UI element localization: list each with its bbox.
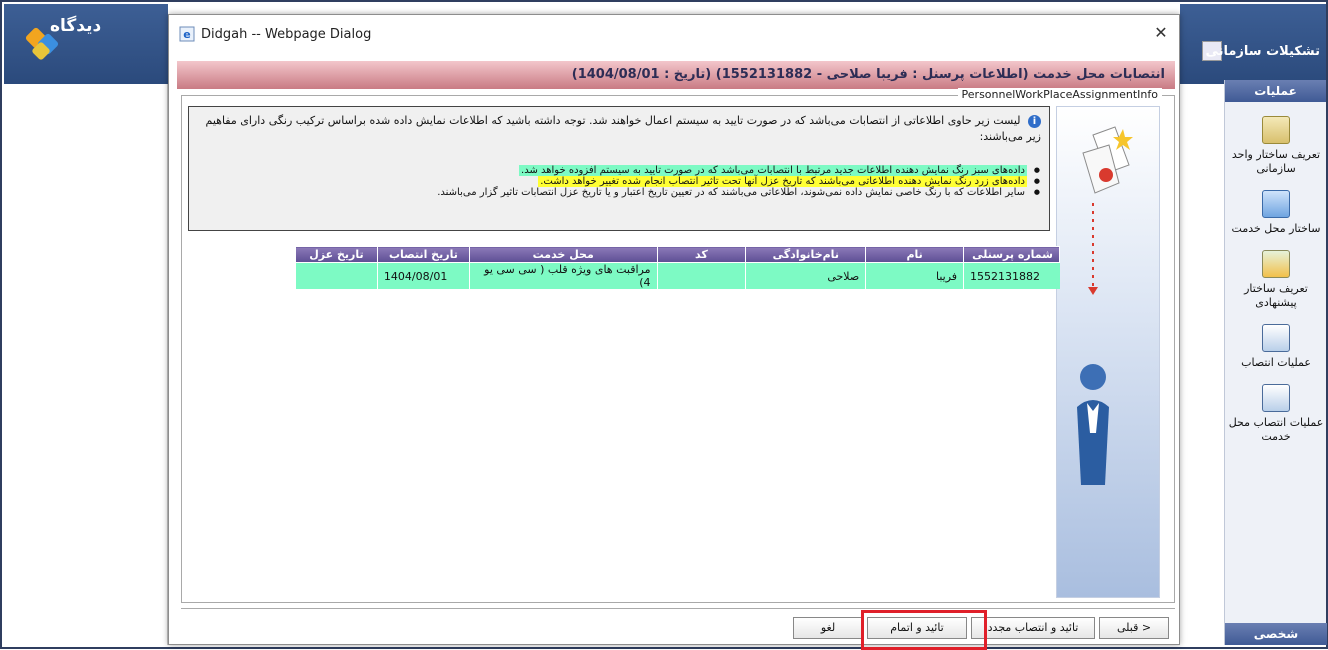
operations-header: عملیات [1225,80,1326,102]
workplace-assignment-icon [1262,384,1290,412]
cell-last-name: صلاحی [745,262,866,289]
table-header-row: شماره پرسنلی نام نام‌خانوادگی کد محل خدم… [295,246,1060,263]
legend-green-item: داده‌های سبز رنگ نمایش دهنده اطلاعات جدی… [199,165,1041,176]
info-text-row: i لیست زیر حاوی اطلاعاتی از انتصابات می‌… [199,113,1041,145]
cell-personnel-number: 1552131882 [963,262,1060,289]
op-define-unit-structure[interactable]: تعریف ساختار واحد سازمانی [1225,116,1327,176]
cancel-button[interactable]: لغو [793,617,863,639]
assignment-info-fieldset: PersonnelWorkPlaceAssignmentInfo i لیست … [181,88,1175,603]
legend-other-item: سایر اطلاعات که با رنگ خاصی نمایش داده ن… [199,187,1041,198]
right-header: تشکیلات سازمانی [1180,4,1326,84]
footer-divider [181,608,1175,609]
cell-assignment-date: 1404/08/01 [376,262,470,289]
fieldset-legend: PersonnelWorkPlaceAssignmentInfo [957,88,1162,101]
building-icon [1262,116,1290,144]
svg-text:e: e [183,28,190,41]
col-workplace[interactable]: محل خدمت [468,246,658,263]
app-logo-bar: دیدگاه [4,4,168,84]
dialog-header-band: انتصابات محل خدمت (اطلاعات پرسنل : فریبا… [177,61,1175,89]
personal-tab[interactable]: شخصی [1225,623,1327,645]
cell-workplace: مراقبت های ویژه قلب ( سی سی یو 4) [468,262,657,289]
ie-icon: e [179,26,195,42]
close-icon[interactable]: ✕ [1151,23,1171,43]
op-define-proposed-structure[interactable]: تعریف ساختار پیشنهادی [1225,250,1327,310]
col-first-name[interactable]: نام [865,246,965,263]
legend-yellow-item: داده‌های زرد رنگ نمایش دهنده اطلاعاتی می… [199,176,1041,187]
info-text: لیست زیر حاوی اطلاعاتی از انتصابات می‌با… [205,114,1041,143]
confirm-reassign-button[interactable]: تائید و انتصاب مجدد [971,617,1095,639]
left-content-area [4,84,168,645]
op-assignment[interactable]: عملیات انتصاب [1225,324,1327,370]
org-structure-icon [1262,190,1290,218]
page-title: انتصابات محل خدمت (اطلاعات پرسنل : فریبا… [571,67,1165,82]
info-icon: i [1028,115,1041,128]
app-title: تشکیلات سازمانی [1205,44,1320,59]
webpage-dialog: e Didgah -- Webpage Dialog ✕ انتصابات مح… [168,14,1180,650]
certificate-person-icon [1077,126,1133,485]
assignment-icon [1262,324,1290,352]
dialog-titlebar: e Didgah -- Webpage Dialog ✕ [169,15,1179,59]
table-row[interactable]: 1552131882 فریبا صلاحی مراقبت های ویژه ق… [295,262,1060,289]
col-last-name[interactable]: نام‌خانوادگی [745,246,867,263]
info-legend-box: i لیست زیر حاوی اطلاعاتی از انتصابات می‌… [188,106,1050,231]
col-personnel-number[interactable]: شماره پرسنلی [963,246,1060,263]
assignments-table: شماره پرسنلی نام نام‌خانوادگی کد محل خدم… [295,246,1060,289]
logo-text: دیدگاه [50,16,102,36]
highlight-box [861,610,987,650]
cell-first-name: فریبا [865,262,964,289]
cell-dismissal-date [295,262,378,289]
color-legend-list: داده‌های سبز رنگ نمایش دهنده اطلاعات جدی… [199,165,1041,198]
cell-code [656,262,746,289]
operations-panel: عملیات تعریف ساختار واحد سازمانی ساختار … [1224,80,1327,645]
col-code[interactable]: کد [656,246,747,263]
op-workplace-structure[interactable]: ساختار محل خدمت [1225,190,1327,236]
proposed-structure-icon [1262,250,1290,278]
workflow-illustration [1056,106,1160,598]
previous-button[interactable]: < قبلی [1099,617,1169,639]
dialog-title: Didgah -- Webpage Dialog [201,27,372,42]
op-workplace-assignment[interactable]: عملیات انتصاب محل خدمت [1225,384,1327,444]
col-dismissal-date[interactable]: تاریخ عزل [295,246,378,263]
col-assignment-date[interactable]: تاریخ انتصاب [376,246,470,263]
